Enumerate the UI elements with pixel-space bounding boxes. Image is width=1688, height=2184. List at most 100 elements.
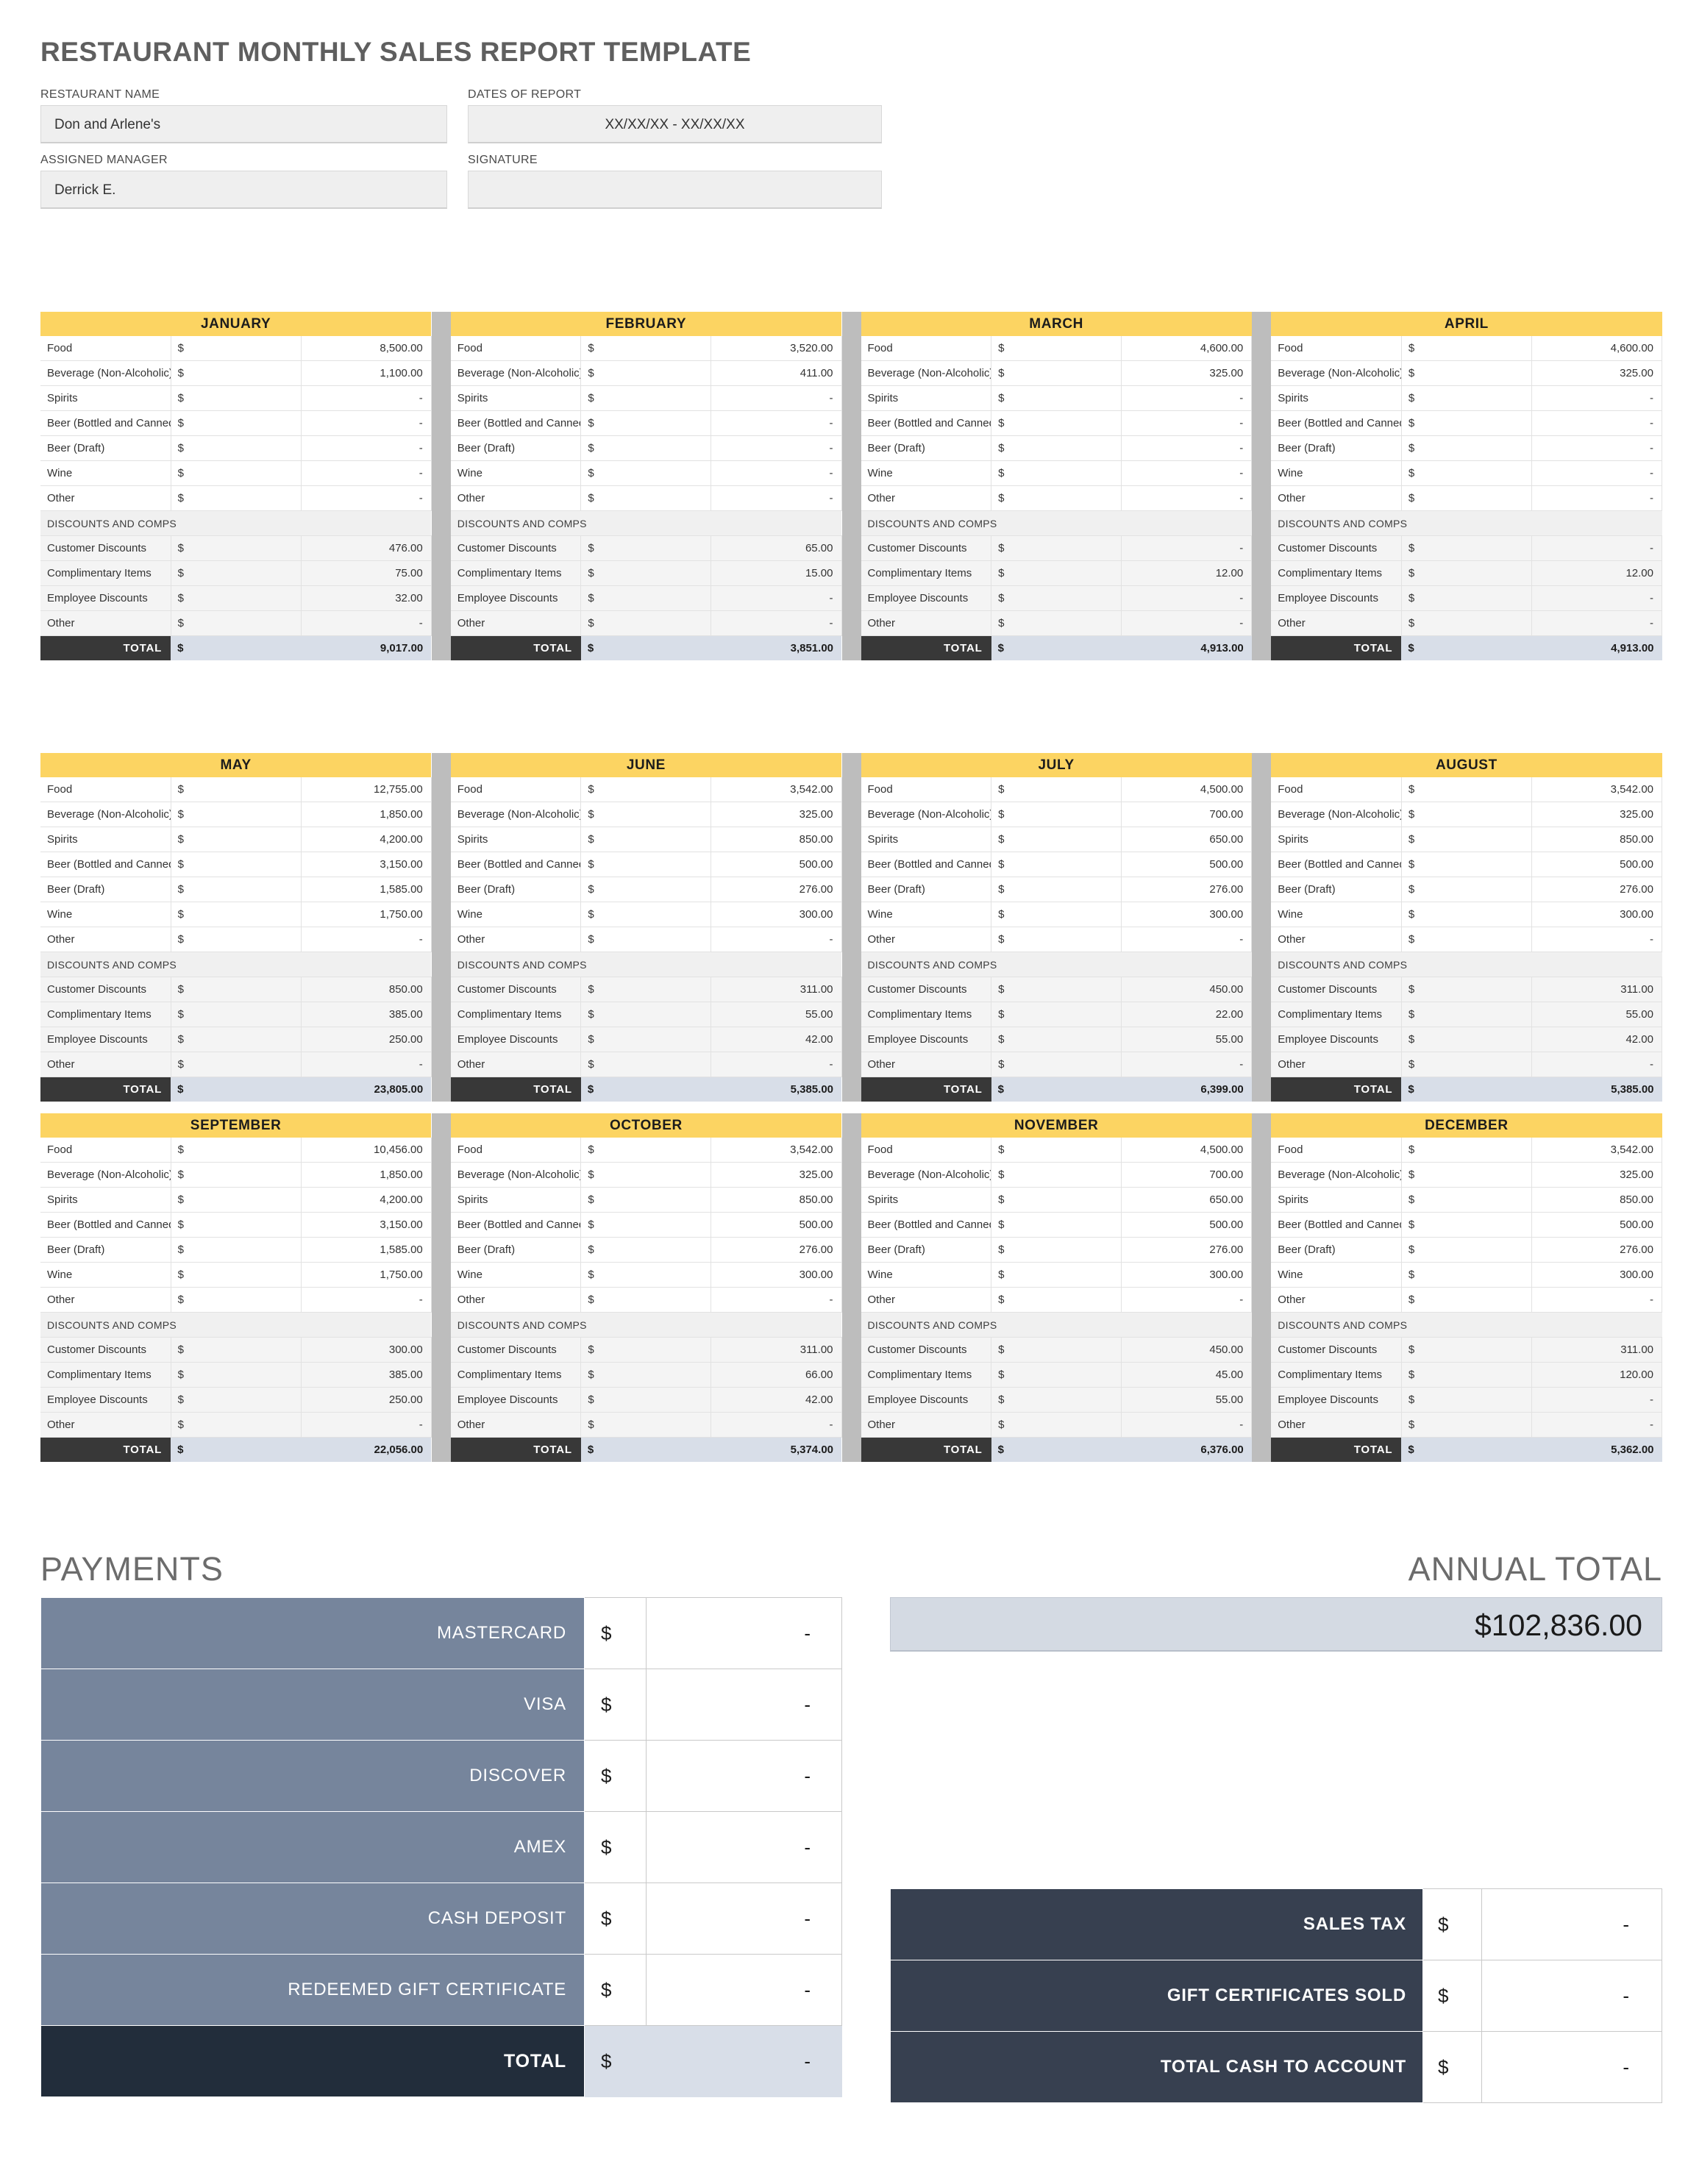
row-amount[interactable]: 850.00 bbox=[301, 977, 432, 1002]
row-amount[interactable]: 65.00 bbox=[711, 535, 842, 561]
row-amount[interactable]: - bbox=[1531, 460, 1663, 486]
row-amount[interactable]: 476.00 bbox=[301, 535, 432, 561]
row-amount[interactable]: 850.00 bbox=[1531, 1187, 1663, 1213]
row-amount[interactable]: - bbox=[1121, 1412, 1253, 1438]
row-amount[interactable]: 1,750.00 bbox=[301, 1262, 432, 1288]
row-amount[interactable]: - bbox=[1531, 410, 1663, 436]
row-amount[interactable]: 500.00 bbox=[1531, 852, 1663, 877]
row-amount[interactable]: 22.00 bbox=[1121, 1002, 1253, 1027]
row-amount[interactable]: 32.00 bbox=[301, 585, 432, 611]
summary-amount[interactable]: - bbox=[1481, 1888, 1662, 1960]
row-amount[interactable]: 55.00 bbox=[1121, 1027, 1253, 1052]
row-amount[interactable]: 12.00 bbox=[1531, 560, 1663, 586]
row-amount[interactable]: 300.00 bbox=[1531, 902, 1663, 927]
row-amount[interactable]: 276.00 bbox=[1121, 1237, 1253, 1263]
row-amount[interactable]: 385.00 bbox=[301, 1362, 432, 1388]
row-amount[interactable]: 850.00 bbox=[711, 827, 842, 852]
row-amount[interactable]: - bbox=[1531, 535, 1663, 561]
row-amount[interactable]: 15.00 bbox=[711, 560, 842, 586]
row-amount[interactable]: 3,542.00 bbox=[711, 1138, 842, 1163]
row-amount[interactable]: 1,100.00 bbox=[301, 360, 432, 386]
row-amount[interactable]: 276.00 bbox=[1531, 1237, 1663, 1263]
row-amount[interactable]: 3,520.00 bbox=[711, 336, 842, 361]
row-amount[interactable]: 55.00 bbox=[711, 1002, 842, 1027]
row-amount[interactable]: 1,585.00 bbox=[301, 1237, 432, 1263]
row-amount[interactable]: 500.00 bbox=[1121, 1212, 1253, 1238]
row-amount[interactable]: - bbox=[1531, 585, 1663, 611]
row-amount[interactable]: - bbox=[711, 927, 842, 952]
row-amount[interactable]: 300.00 bbox=[1121, 902, 1253, 927]
row-amount[interactable]: 42.00 bbox=[1531, 1027, 1663, 1052]
row-amount[interactable]: - bbox=[711, 410, 842, 436]
row-amount[interactable]: - bbox=[711, 485, 842, 511]
row-amount[interactable]: - bbox=[1121, 460, 1253, 486]
row-amount[interactable]: 311.00 bbox=[1531, 1337, 1663, 1363]
row-amount[interactable]: 75.00 bbox=[301, 560, 432, 586]
row-amount[interactable]: - bbox=[711, 1287, 842, 1313]
restaurant-name-input[interactable]: Don and Arlene's bbox=[40, 105, 447, 143]
row-amount[interactable]: 276.00 bbox=[1121, 877, 1253, 902]
row-amount[interactable]: - bbox=[301, 435, 432, 461]
payment-amount[interactable]: - bbox=[646, 1883, 842, 1955]
row-amount[interactable]: 325.00 bbox=[1121, 360, 1253, 386]
row-amount[interactable]: 500.00 bbox=[711, 852, 842, 877]
row-amount[interactable]: - bbox=[1121, 535, 1253, 561]
row-amount[interactable]: 42.00 bbox=[711, 1027, 842, 1052]
row-amount[interactable]: - bbox=[1121, 435, 1253, 461]
row-amount[interactable]: 650.00 bbox=[1121, 1187, 1253, 1213]
row-amount[interactable]: 4,500.00 bbox=[1121, 777, 1253, 802]
row-amount[interactable]: - bbox=[1121, 485, 1253, 511]
row-amount[interactable]: - bbox=[301, 1287, 432, 1313]
row-amount[interactable]: 276.00 bbox=[711, 1237, 842, 1263]
row-amount[interactable]: - bbox=[1121, 1052, 1253, 1077]
summary-amount[interactable]: - bbox=[1481, 2031, 1662, 2103]
payment-amount[interactable]: - bbox=[646, 1811, 842, 1883]
row-amount[interactable]: 500.00 bbox=[1531, 1212, 1663, 1238]
row-amount[interactable]: 1,850.00 bbox=[301, 1162, 432, 1188]
signature-input[interactable] bbox=[468, 171, 882, 209]
row-amount[interactable]: 55.00 bbox=[1531, 1002, 1663, 1027]
row-amount[interactable]: 325.00 bbox=[1531, 1162, 1663, 1188]
row-amount[interactable]: 12,755.00 bbox=[301, 777, 432, 802]
assigned-manager-input[interactable]: Derrick E. bbox=[40, 171, 447, 209]
row-amount[interactable]: 650.00 bbox=[1121, 827, 1253, 852]
row-amount[interactable]: - bbox=[1531, 610, 1663, 636]
row-amount[interactable]: 300.00 bbox=[301, 1337, 432, 1363]
payment-amount[interactable]: - bbox=[646, 1597, 842, 1669]
row-amount[interactable]: 325.00 bbox=[711, 1162, 842, 1188]
row-amount[interactable]: 411.00 bbox=[711, 360, 842, 386]
row-amount[interactable]: - bbox=[1531, 1287, 1663, 1313]
row-amount[interactable]: 45.00 bbox=[1121, 1362, 1253, 1388]
row-amount[interactable]: 3,150.00 bbox=[301, 852, 432, 877]
row-amount[interactable]: 311.00 bbox=[711, 1337, 842, 1363]
row-amount[interactable]: - bbox=[711, 585, 842, 611]
row-amount[interactable]: - bbox=[711, 435, 842, 461]
row-amount[interactable]: - bbox=[1531, 1387, 1663, 1413]
row-amount[interactable]: 325.00 bbox=[1531, 802, 1663, 827]
row-amount[interactable]: - bbox=[711, 610, 842, 636]
row-amount[interactable]: - bbox=[1531, 927, 1663, 952]
row-amount[interactable]: 311.00 bbox=[711, 977, 842, 1002]
row-amount[interactable]: 4,500.00 bbox=[1121, 1138, 1253, 1163]
row-amount[interactable]: 66.00 bbox=[711, 1362, 842, 1388]
row-amount[interactable]: 3,542.00 bbox=[1531, 777, 1663, 802]
row-amount[interactable]: - bbox=[301, 1052, 432, 1077]
row-amount[interactable]: - bbox=[1121, 585, 1253, 611]
row-amount[interactable]: 300.00 bbox=[1121, 1262, 1253, 1288]
row-amount[interactable]: 3,542.00 bbox=[711, 777, 842, 802]
row-amount[interactable]: 55.00 bbox=[1121, 1387, 1253, 1413]
row-amount[interactable]: 1,750.00 bbox=[301, 902, 432, 927]
row-amount[interactable]: 12.00 bbox=[1121, 560, 1253, 586]
row-amount[interactable]: 300.00 bbox=[711, 1262, 842, 1288]
row-amount[interactable]: 8,500.00 bbox=[301, 336, 432, 361]
row-amount[interactable]: 300.00 bbox=[1531, 1262, 1663, 1288]
row-amount[interactable]: 325.00 bbox=[1531, 360, 1663, 386]
row-amount[interactable]: - bbox=[301, 610, 432, 636]
row-amount[interactable]: - bbox=[301, 485, 432, 511]
dates-of-report-input[interactable]: XX/XX/XX - XX/XX/XX bbox=[468, 105, 882, 143]
row-amount[interactable]: 4,600.00 bbox=[1121, 336, 1253, 361]
summary-amount[interactable]: - bbox=[1481, 1960, 1662, 2032]
payment-amount[interactable]: - bbox=[646, 1954, 842, 2026]
row-amount[interactable]: 385.00 bbox=[301, 1002, 432, 1027]
row-amount[interactable]: 500.00 bbox=[711, 1212, 842, 1238]
